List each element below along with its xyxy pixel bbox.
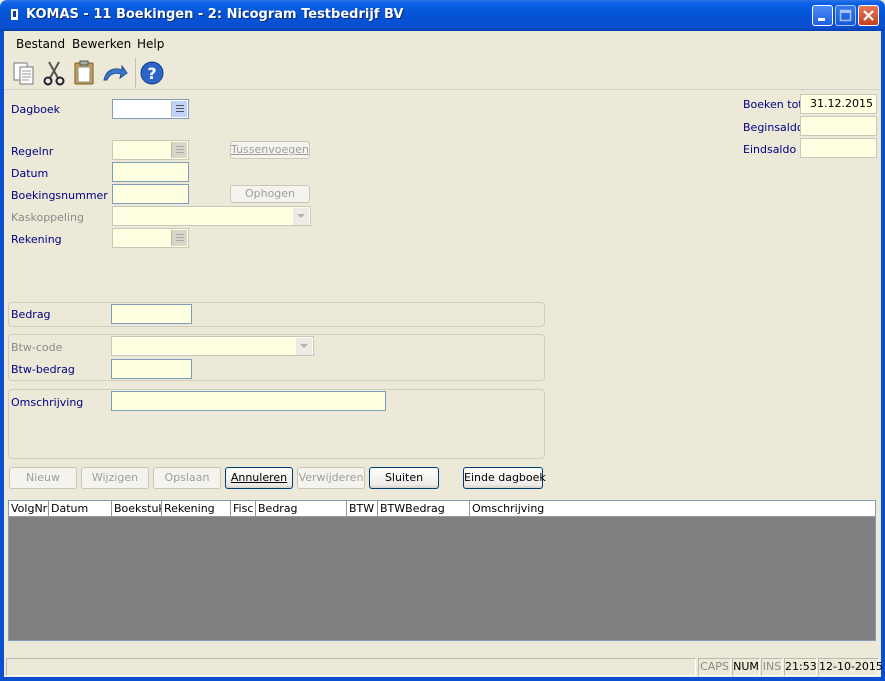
column-header-bedrag[interactable]: Bedrag bbox=[256, 501, 347, 517]
undo-button[interactable] bbox=[100, 58, 128, 88]
chevron-down-icon[interactable] bbox=[296, 338, 312, 355]
bedrag-label: Bedrag bbox=[11, 308, 51, 321]
menu-bewerken[interactable]: Bewerken bbox=[72, 37, 131, 51]
nieuw-button[interactable]: Nieuw bbox=[9, 467, 77, 489]
status-time: 21:53 bbox=[784, 658, 817, 676]
close-button[interactable] bbox=[858, 5, 879, 26]
datum-field[interactable] bbox=[112, 162, 189, 182]
rekening-label: Rekening bbox=[11, 233, 62, 246]
column-header-rekening[interactable]: Rekening bbox=[162, 501, 231, 517]
help-icon: ? bbox=[140, 61, 164, 85]
sluiten-button[interactable]: Sluiten bbox=[369, 467, 439, 489]
boeken-tot-label: Boeken tot bbox=[743, 98, 803, 111]
menu-bar bbox=[4, 31, 881, 56]
kaskoppeling-select[interactable] bbox=[112, 206, 311, 226]
cut-icon bbox=[43, 61, 65, 86]
kaskoppeling-label: Kaskoppeling bbox=[11, 211, 84, 224]
wijzigen-button[interactable]: Wijzigen bbox=[81, 467, 149, 489]
status-num: NUM bbox=[732, 658, 760, 676]
status-message bbox=[6, 658, 696, 676]
btw-bedrag-label: Btw-bedrag bbox=[11, 363, 75, 376]
paste-button[interactable] bbox=[70, 58, 98, 88]
copy-icon bbox=[13, 62, 34, 85]
eindsaldo-field[interactable] bbox=[800, 138, 877, 158]
beginsaldo-label: Beginsaldo bbox=[743, 121, 804, 134]
boeken-tot-field[interactable]: 31.12.2015 bbox=[800, 94, 877, 114]
minimize-icon bbox=[818, 18, 825, 21]
tussenvoegen-button[interactable]: Tussenvoegen bbox=[230, 141, 310, 159]
undo-icon bbox=[103, 64, 128, 81]
boekingsnummer-label: Boekingsnummer bbox=[11, 189, 108, 202]
btw-code-select[interactable] bbox=[111, 336, 314, 356]
omschrijving-label: Omschrijving bbox=[11, 396, 84, 409]
einde-dagboek-button[interactable]: Einde dagboek bbox=[463, 467, 546, 489]
bedrag-field[interactable] bbox=[111, 304, 192, 324]
omschrijving-field[interactable] bbox=[111, 391, 386, 411]
column-header-datum[interactable]: Datum bbox=[49, 501, 112, 517]
dagboek-label: Dagboek bbox=[11, 103, 61, 116]
maximize-icon bbox=[839, 9, 852, 22]
svg-text:?: ? bbox=[147, 64, 156, 83]
dagboek-field[interactable] bbox=[112, 99, 189, 119]
status-date: 12-10-2015 bbox=[818, 658, 883, 676]
datum-label: Datum bbox=[11, 167, 49, 180]
regelnr-field[interactable] bbox=[112, 140, 189, 160]
status-caps: CAPS bbox=[698, 658, 731, 676]
column-header-btwbedrag[interactable]: BTWBedrag bbox=[378, 501, 470, 517]
bookings-grid[interactable] bbox=[8, 500, 876, 641]
column-header-volgnr[interactable]: VolgNr bbox=[9, 501, 49, 517]
rekening-lookup-icon[interactable] bbox=[171, 230, 187, 246]
eindsaldo-label: Eindsaldo bbox=[743, 143, 797, 156]
verwijderen-button[interactable]: Verwijderen bbox=[297, 467, 365, 489]
bedrag-group bbox=[8, 302, 545, 327]
menu-help[interactable]: Help bbox=[137, 37, 164, 51]
chevron-down-icon[interactable] bbox=[293, 208, 309, 225]
regelnr-lookup-icon[interactable] bbox=[171, 142, 187, 158]
cut-button[interactable] bbox=[40, 58, 68, 88]
beginsaldo-field[interactable] bbox=[800, 116, 877, 136]
window-title: KOMAS - 11 Boekingen - 2: Nicogram Testb… bbox=[26, 7, 404, 22]
help-button[interactable]: ? bbox=[135, 58, 167, 88]
dagboek-lookup-icon[interactable] bbox=[171, 101, 187, 117]
menu-bestand[interactable]: Bestand bbox=[16, 37, 65, 51]
btw-bedrag-field[interactable] bbox=[111, 359, 192, 379]
status-ins: INS bbox=[761, 658, 783, 676]
copy-button[interactable] bbox=[10, 58, 38, 88]
rekening-field[interactable] bbox=[112, 228, 189, 248]
regelnr-label: Regelnr bbox=[11, 145, 54, 158]
maximize-button[interactable] bbox=[835, 5, 856, 26]
column-header-boekstuk[interactable]: Boekstuk bbox=[112, 501, 162, 517]
ophogen-button[interactable]: Ophogen bbox=[230, 185, 310, 203]
opslaan-button[interactable]: Opslaan bbox=[153, 467, 221, 489]
app-icon bbox=[11, 9, 18, 20]
paste-icon bbox=[74, 60, 94, 85]
column-header-btw[interactable]: BTW bbox=[347, 501, 378, 517]
boekingsnummer-field[interactable] bbox=[112, 184, 189, 204]
title-bar[interactable]: KOMAS - 11 Boekingen - 2: Nicogram Testb… bbox=[0, 0, 885, 31]
annuleren-button[interactable]: Annuleren bbox=[225, 467, 293, 489]
close-icon bbox=[863, 10, 874, 21]
column-header-fisc[interactable]: Fisc bbox=[231, 501, 256, 517]
minimize-button[interactable] bbox=[812, 5, 833, 26]
column-header-omschrijving[interactable]: Omschrijving bbox=[470, 501, 875, 517]
btw-code-label: Btw-code bbox=[11, 341, 63, 354]
